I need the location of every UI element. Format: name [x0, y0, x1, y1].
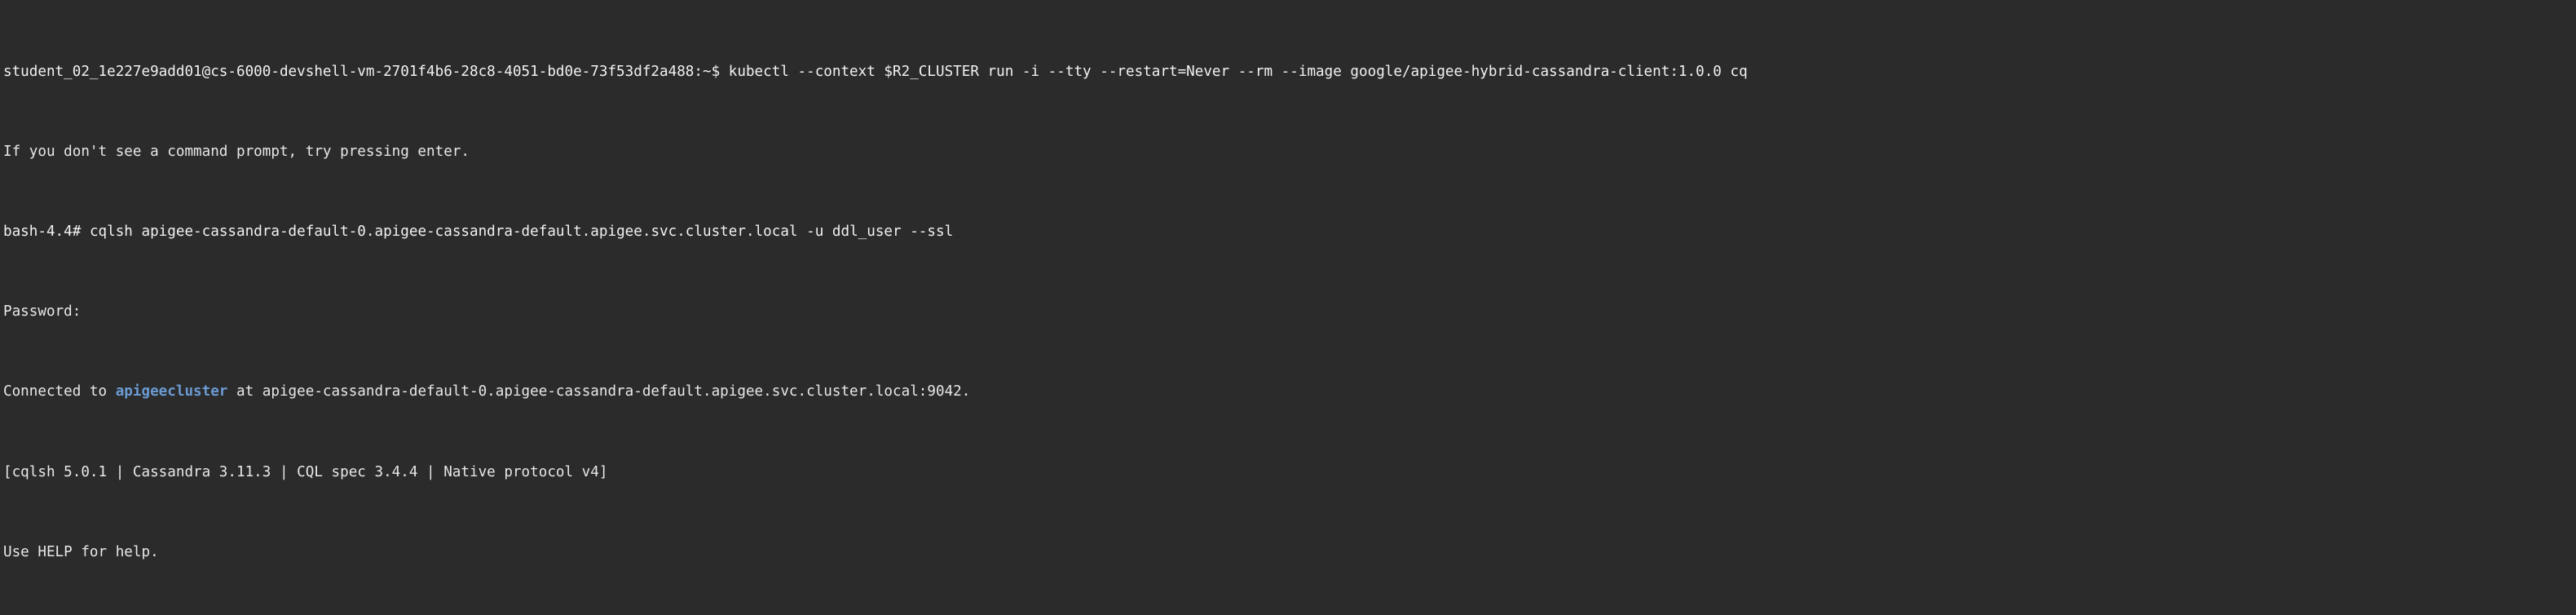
- kubectl-command-text: kubectl --context $R2_CLUSTER run -i --t…: [728, 63, 1748, 80]
- cqlsh-command-text: cqlsh apigee-cassandra-default-0.apigee-…: [89, 223, 954, 241]
- terminal-line-shell-command: student_02_1e227e9add01@cs-6000-devshell…: [3, 62, 2576, 82]
- cqlsh-version-banner: [cqlsh 5.0.1 | Cassandra 3.11.3 | CQL sp…: [3, 463, 608, 480]
- connected-host-suffix: at apigee-cassandra-default-0.apigee-cas…: [227, 383, 971, 400]
- terminal-line-hint: If you don't see a command prompt, try p…: [3, 142, 2576, 162]
- terminal-line-version-banner: [cqlsh 5.0.1 | Cassandra 3.11.3 | CQL sp…: [3, 462, 2576, 483]
- shell-prompt: student_02_1e227e9add01@cs-6000-devshell…: [3, 63, 729, 80]
- cluster-name: apigeecluster: [115, 383, 228, 400]
- terminal-line-connected: Connected to apigeecluster at apigee-cas…: [3, 382, 2576, 402]
- terminal-window[interactable]: student_02_1e227e9add01@cs-6000-devshell…: [0, 0, 2576, 615]
- command-prompt-hint: If you don't see a command prompt, try p…: [3, 143, 470, 160]
- help-hint: Use HELP for help.: [3, 543, 159, 560]
- terminal-line-cqlsh-command: bash-4.4# cqlsh apigee-cassandra-default…: [3, 222, 2576, 242]
- terminal-line-password-prompt: Password:: [3, 302, 2576, 322]
- bash-prompt: bash-4.4#: [3, 223, 90, 241]
- connected-prefix: Connected to: [3, 383, 116, 400]
- password-prompt-label: Password:: [3, 303, 82, 321]
- terminal-line-help-hint: Use HELP for help.: [3, 542, 2576, 563]
